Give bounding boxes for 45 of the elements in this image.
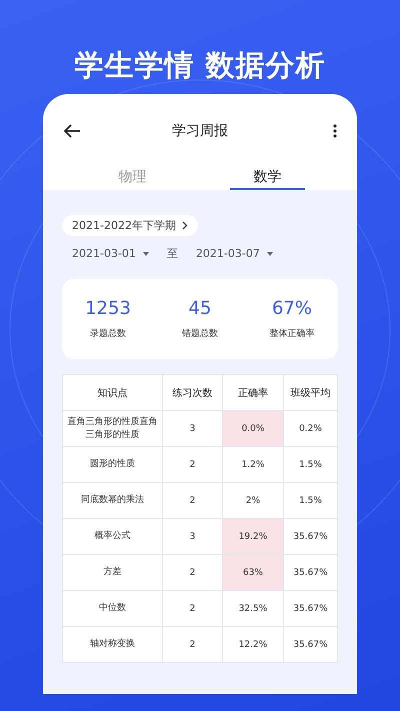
table-cell: 2 (162, 482, 222, 518)
headline: 学生学情 数据分析 (73, 47, 327, 84)
column-header: 班级平均 (284, 374, 338, 410)
column-header: 练习次数 (162, 374, 222, 410)
table-cell: 圆形的性质 (62, 446, 162, 482)
table-cell: 方差 (62, 554, 162, 590)
table-cell: 0.0% (222, 410, 284, 446)
table-cell: 2 (162, 626, 222, 662)
table-cell: 63% (222, 554, 284, 590)
table-cell: 35.67% (284, 518, 338, 554)
table-cell: 35.67% (284, 626, 338, 662)
table-cell: 直角三角形的性质直角三角形的性质 (62, 410, 162, 446)
table-cell: 1.5% (284, 482, 338, 518)
page-title: 学习周报 (171, 122, 229, 140)
table-cell: 35.67% (284, 590, 338, 626)
more-icon[interactable] (333, 124, 337, 138)
stat-label: 整体正确率 (270, 328, 314, 340)
stat-value: 45 (188, 298, 212, 319)
table-cell: 32.5% (222, 590, 284, 626)
table-cell: 同底数幂的乘法 (62, 482, 162, 518)
table-cell: 2 (162, 590, 222, 626)
table-cell: 2 (162, 446, 222, 482)
dropdown-arrow-icon (142, 252, 149, 256)
stat-label: 录题总数 (90, 328, 126, 340)
back-icon[interactable] (63, 124, 81, 138)
table-cell: 轴对称变换 (62, 626, 162, 662)
table-cell: 0.2% (284, 410, 338, 446)
table-cell: 19.2% (222, 518, 284, 554)
subject-tab[interactable]: 数学 (230, 168, 305, 190)
term-selector[interactable]: 2021-2022年下学期 (62, 215, 198, 236)
chevron-right-icon (182, 221, 188, 230)
table-cell: 12.2% (222, 626, 284, 662)
date-dropdown[interactable]: 2021-03-07 (196, 247, 273, 260)
stat-value: 67% (272, 298, 312, 319)
table-cell: 1.5% (284, 446, 338, 482)
table-cell: 35.67% (284, 554, 338, 590)
dropdown-arrow-icon (266, 252, 273, 256)
stat-label: 错题总数 (182, 328, 218, 340)
table-cell: 概率公式 (62, 518, 162, 554)
date-dropdown[interactable]: 2021-03-01 (72, 247, 149, 260)
column-header: 知识点 (62, 374, 162, 410)
table-cell: 中位数 (62, 590, 162, 626)
stat-value: 1253 (85, 298, 131, 319)
date-separator: 至 (166, 246, 178, 261)
table-cell: 1.2% (222, 446, 284, 482)
